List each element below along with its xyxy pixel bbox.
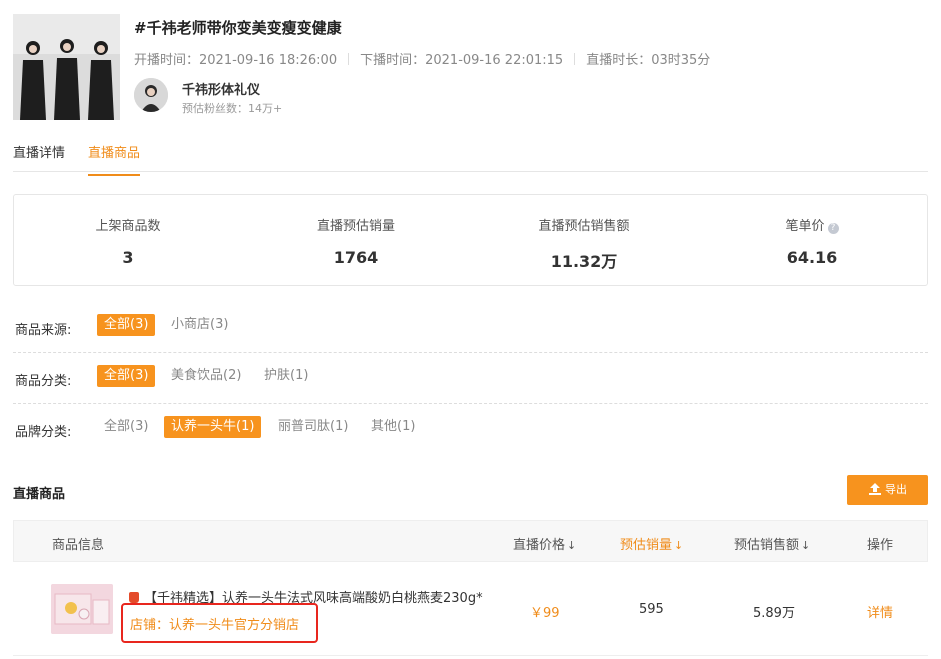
live-title: #千祎老师带你变美变瘦变健康 <box>134 19 342 37</box>
tab-live-products[interactable]: 直播商品 <box>88 142 141 176</box>
duration: 03时35分 <box>651 53 711 68</box>
stat-label: 直播预估销售额 <box>538 219 630 234</box>
product-revenue: 5.89万 <box>753 606 795 621</box>
sort-arrow-icon: ↓ <box>801 539 811 552</box>
stat-value: 1764 <box>333 248 379 267</box>
filter-option-renyang[interactable]: 认养一头牛(1) <box>164 416 262 438</box>
header-sales[interactable]: 预估销量 ↓ <box>620 534 683 553</box>
filter-option-other[interactable]: 其他(1) <box>364 416 422 438</box>
header-action: 操作 <box>867 538 894 553</box>
filter-option-all[interactable]: 全部(3) <box>97 416 155 438</box>
stat-estimated-revenue: 直播预估销售额 11.32万 <box>470 215 698 272</box>
stat-estimated-sales: 直播预估销量 1764 <box>242 215 470 267</box>
header-price[interactable]: 直播价格 ↓ <box>513 534 576 553</box>
stat-value: 64.16 <box>786 248 838 267</box>
stat-label-wrap: 笔单价? <box>698 215 926 234</box>
product-sales: 595 <box>639 602 664 617</box>
filter-option-mini-store[interactable]: 小商店(3) <box>164 314 235 336</box>
detail-link[interactable]: 详情 <box>867 602 893 621</box>
filter-option-food-drink[interactable]: 美食饮品(2) <box>164 365 248 387</box>
shop-highlight-box: 店铺：认养一头牛官方分销店 <box>121 603 318 643</box>
stat-unit-price: 笔单价? 64.16 <box>698 215 926 267</box>
fans-count: 14万+ <box>248 102 283 115</box>
filter-option-lipusitai[interactable]: 丽普司肽(1) <box>271 416 355 438</box>
tab-bar: 直播详情 直播商品 <box>13 134 928 176</box>
filter-brand: 品牌分类: 全部(3) 认养一头牛(1) 丽普司肽(1) 其他(1) <box>13 404 928 455</box>
stat-value: 3 <box>122 248 134 267</box>
start-time-label: 开播时间： <box>134 53 200 68</box>
divider <box>348 53 350 65</box>
header-sales-label: 预估销量 <box>620 538 673 553</box>
end-time-label: 下播时间： <box>360 53 426 68</box>
shopping-bag-icon <box>129 592 139 603</box>
fans-label: 预估粉丝数： <box>182 102 248 115</box>
export-label: 导出 <box>885 483 907 496</box>
duration-label: 直播时长： <box>586 53 652 68</box>
filter-option-all[interactable]: 全部(3) <box>97 314 156 336</box>
sort-arrow-icon: ↓ <box>674 539 684 552</box>
author-avatar[interactable] <box>134 78 168 112</box>
table-header: 商品信息 直播价格 ↓ 预估销量 ↓ 预估销售额 ↓ 操作 <box>13 520 928 562</box>
sort-arrow-icon: ↓ <box>567 539 577 552</box>
stat-label: 直播预估销量 <box>316 219 395 234</box>
end-time: 2021-09-16 22:01:15 <box>425 53 564 68</box>
product-image[interactable] <box>51 584 113 634</box>
stats-panel: 上架商品数 3 直播预估销量 1764 直播预估销售额 11.32万 笔单价? … <box>13 194 928 286</box>
section-title: 直播商品 <box>13 487 66 502</box>
table-row: 【千祎精选】认养一头牛法式风味高端酸奶白桃燕麦230g* 店铺：认养一头牛官方分… <box>13 562 928 656</box>
stat-label: 上架商品数 <box>95 219 161 234</box>
filter-label: 商品分类: <box>15 374 72 389</box>
header-revenue[interactable]: 预估销售额 ↓ <box>734 534 810 553</box>
header-price-label: 直播价格 <box>513 538 566 553</box>
start-time: 2021-09-16 18:26:00 <box>199 53 338 68</box>
upload-icon <box>868 478 882 508</box>
filter-option-skincare[interactable]: 护肤(1) <box>257 365 315 387</box>
filter-label: 商品来源: <box>15 323 72 338</box>
filter-label: 品牌分类: <box>15 425 72 440</box>
filter-category: 商品分类: 全部(3) 美食饮品(2) 护肤(1) <box>13 353 928 404</box>
stat-listed-products: 上架商品数 3 <box>14 215 242 267</box>
shop-name[interactable]: 店铺：认养一头牛官方分销店 <box>130 614 299 633</box>
author-name[interactable]: 千祎形体礼仪 <box>182 79 260 98</box>
stat-label: 笔单价 <box>785 219 825 234</box>
stat-value: 11.32万 <box>550 252 618 271</box>
filter-option-all[interactable]: 全部(3) <box>97 365 156 387</box>
header-revenue-label: 预估销售额 <box>734 538 800 553</box>
product-price: ￥99 <box>530 606 560 621</box>
tab-live-details[interactable]: 直播详情 <box>13 142 65 161</box>
filter-source: 商品来源: 全部(3) 小商店(3) <box>13 302 928 353</box>
header-product-info: 商品信息 <box>52 538 105 553</box>
live-times: 开播时间：2021-09-16 18:26:00 下播时间：2021-09-16 … <box>134 49 710 68</box>
author-fans: 预估粉丝数：14万+ <box>182 100 282 116</box>
divider <box>574 53 576 65</box>
help-icon[interactable]: ? <box>827 223 839 234</box>
live-cover-image[interactable] <box>13 14 120 120</box>
export-button[interactable]: 导出 <box>847 475 928 505</box>
